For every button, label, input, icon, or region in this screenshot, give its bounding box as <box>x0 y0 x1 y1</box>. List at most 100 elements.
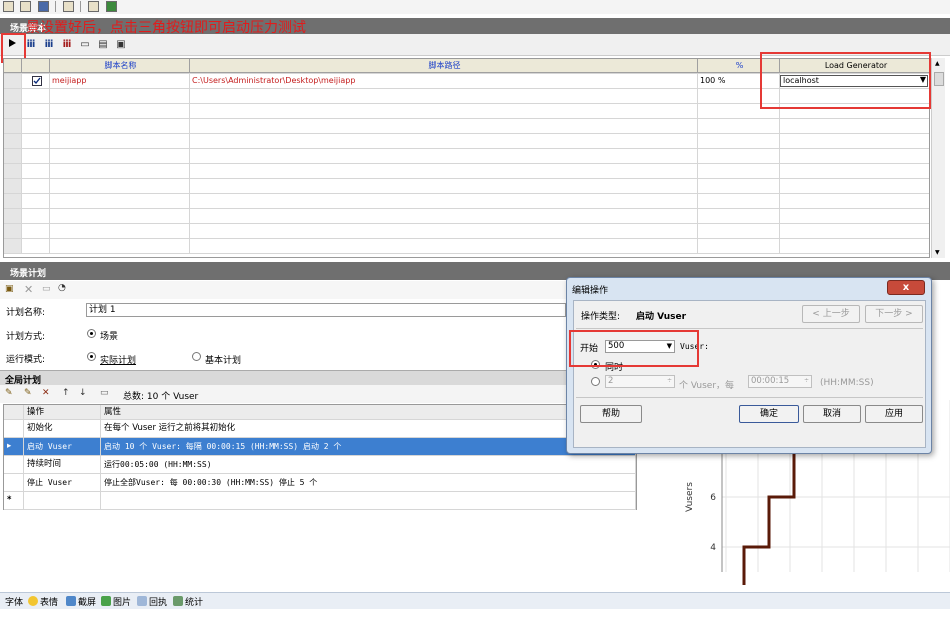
script-name-cell: meijiapp <box>50 74 190 88</box>
global-plan-toolbar: ✎ ✎ ✕ ↑ ↓ ▭ 总数: 10 个 Vuser <box>0 385 636 403</box>
new-icon[interactable] <box>3 1 14 12</box>
row-pointer-icon[interactable]: ▸ <box>4 438 24 455</box>
col-header-script-name[interactable]: 脚本名称 <box>50 59 190 73</box>
table-row-empty[interactable] <box>4 119 929 134</box>
global-plan-table: 操作 属性 初始化 在每个 Vuser 运行之前将其初始化 ▸ 启动 Vuser… <box>3 404 637 510</box>
close-button[interactable]: x <box>887 280 925 295</box>
bottom-toolbar: 字体 表情 截屏 图片 回执 统计 <box>0 592 950 609</box>
scroll-up-icon[interactable]: ▲ <box>935 60 940 67</box>
dialog-titlebar[interactable]: 编辑操作 x <box>567 278 931 300</box>
grid-cell <box>50 164 190 178</box>
add-action-icon[interactable]: ✎ <box>24 388 32 398</box>
row-header[interactable] <box>4 474 24 491</box>
font-label: 字体 <box>5 598 24 608</box>
table-row-empty[interactable] <box>4 179 929 194</box>
table-row-empty[interactable] <box>4 224 929 239</box>
copy-icon[interactable]: ▭ <box>100 388 109 398</box>
save-icon[interactable] <box>38 1 49 12</box>
grid-cell <box>698 119 780 133</box>
spinner-icon[interactable]: ÷ <box>804 375 809 386</box>
plan-settings-icon[interactable]: ◔ <box>58 283 66 293</box>
delete-action-icon[interactable]: ✕ <box>42 388 50 398</box>
emoji-button[interactable]: 表情 <box>28 595 58 608</box>
table-row-empty[interactable] <box>4 194 929 209</box>
table-row-empty[interactable] <box>4 239 929 254</box>
grid-cell <box>50 89 190 103</box>
script-enabled-checkbox[interactable] <box>22 74 50 88</box>
open-folder-icon[interactable] <box>20 1 31 12</box>
screenshot-button[interactable]: 截屏 <box>66 595 96 608</box>
table-row-empty[interactable] <box>4 134 929 149</box>
new-plan-icon[interactable]: ▣ <box>5 284 14 294</box>
action-cell: 停止 Vuser <box>24 474 101 491</box>
receipt-button[interactable]: 回执 <box>137 595 167 608</box>
scroll-down-icon[interactable]: ▼ <box>935 249 940 256</box>
vuser-remove-icon[interactable]: ⅲ <box>60 38 74 52</box>
table-row-empty[interactable] <box>4 209 929 224</box>
toolbar-separator <box>80 1 81 12</box>
grid-scrollbar[interactable]: ▲ ▼ <box>931 58 945 258</box>
table-row-selected[interactable]: ▸ 启动 Vuser 启动 10 个 Vuser: 每隔 00:00:15 (H… <box>4 438 636 456</box>
plan-mode-radio[interactable] <box>87 329 96 338</box>
cancel-button[interactable]: 取消 <box>803 405 861 423</box>
move-down-icon[interactable]: ↓ <box>79 388 87 398</box>
spinner-icon[interactable]: ÷ <box>667 375 672 386</box>
rename-plan-icon[interactable]: ▭ <box>42 284 51 294</box>
grid-cell <box>50 104 190 118</box>
plan-mode-option: 场景 <box>100 332 119 342</box>
grid-cell <box>780 209 929 223</box>
table-row[interactable]: 初始化 在每个 Vuser 运行之前将其初始化 <box>4 420 636 438</box>
plan-name-input[interactable]: 计划 1 <box>86 303 566 317</box>
scroll-thumb[interactable] <box>934 72 944 86</box>
delete-plan-icon[interactable]: ✕ <box>24 283 33 296</box>
grid-cell <box>698 224 780 238</box>
table-row[interactable]: 停止 Vuser 停止全部Vuser: 每 00:00:30 (HH:MM:SS… <box>4 474 636 492</box>
properties-icon[interactable]: ▣ <box>114 38 128 52</box>
stats-button[interactable]: 统计 <box>173 595 203 608</box>
row-header[interactable] <box>4 74 22 88</box>
results-icon[interactable] <box>106 1 117 12</box>
highlight-load-generator <box>760 52 931 109</box>
main-toolbar <box>0 0 950 14</box>
chart-icon[interactable] <box>88 1 99 12</box>
op-type-value: 启动 Vuser <box>636 312 687 322</box>
col-header-property: 属性 <box>101 405 636 419</box>
design-icon[interactable] <box>63 1 74 12</box>
grid-cell <box>22 179 50 193</box>
edit-action-icon[interactable]: ✎ <box>5 388 13 398</box>
run-mode-actual-radio[interactable] <box>87 352 96 361</box>
dialog-title: 编辑操作 <box>572 286 609 296</box>
view-script-icon[interactable]: ▤ <box>96 38 110 52</box>
grid-cell <box>22 134 50 148</box>
table-row-new[interactable]: * <box>4 492 636 510</box>
run-details-icon[interactable]: ▭ <box>78 38 92 52</box>
y-tick-label: 6 <box>710 493 716 503</box>
grid-cell <box>780 194 929 208</box>
row-header[interactable] <box>4 420 24 437</box>
time-format-label: (HH:MM:SS) <box>820 378 874 388</box>
vuser-group-icon[interactable]: ⅲ <box>24 38 38 52</box>
apply-button[interactable]: 应用 <box>865 405 923 423</box>
font-button[interactable]: 字体 <box>5 595 23 608</box>
batch-radio[interactable] <box>591 377 600 386</box>
next-button[interactable]: 下一步 > <box>865 305 923 323</box>
row-header[interactable] <box>4 456 24 473</box>
help-button[interactable]: 帮助 <box>580 405 642 423</box>
run-mode-basic-radio[interactable] <box>192 352 201 361</box>
batch-interval-input[interactable]: 00:00:15 ÷ <box>748 375 812 388</box>
image-button[interactable]: 图片 <box>101 595 131 608</box>
prev-button[interactable]: < 上一步 <box>802 305 860 323</box>
row-header <box>4 194 22 208</box>
grid-cell <box>780 149 929 163</box>
col-header-script-path[interactable]: 脚本路径 <box>190 59 698 73</box>
vuser-add-icon[interactable]: ⅲ <box>42 38 56 52</box>
grid-cell <box>780 224 929 238</box>
plan-toolbar: ▣ ✕ ▭ ◔ <box>0 281 570 299</box>
table-row[interactable]: 持续时间 运行00:05:00 (HH:MM:SS) <box>4 456 636 474</box>
grid-cell <box>50 239 190 253</box>
move-up-icon[interactable]: ↑ <box>62 388 70 398</box>
table-row-empty[interactable] <box>4 149 929 164</box>
ok-button[interactable]: 确定 <box>739 405 799 423</box>
table-row-empty[interactable] <box>4 164 929 179</box>
batch-count-input[interactable]: 2 ÷ <box>605 375 675 388</box>
